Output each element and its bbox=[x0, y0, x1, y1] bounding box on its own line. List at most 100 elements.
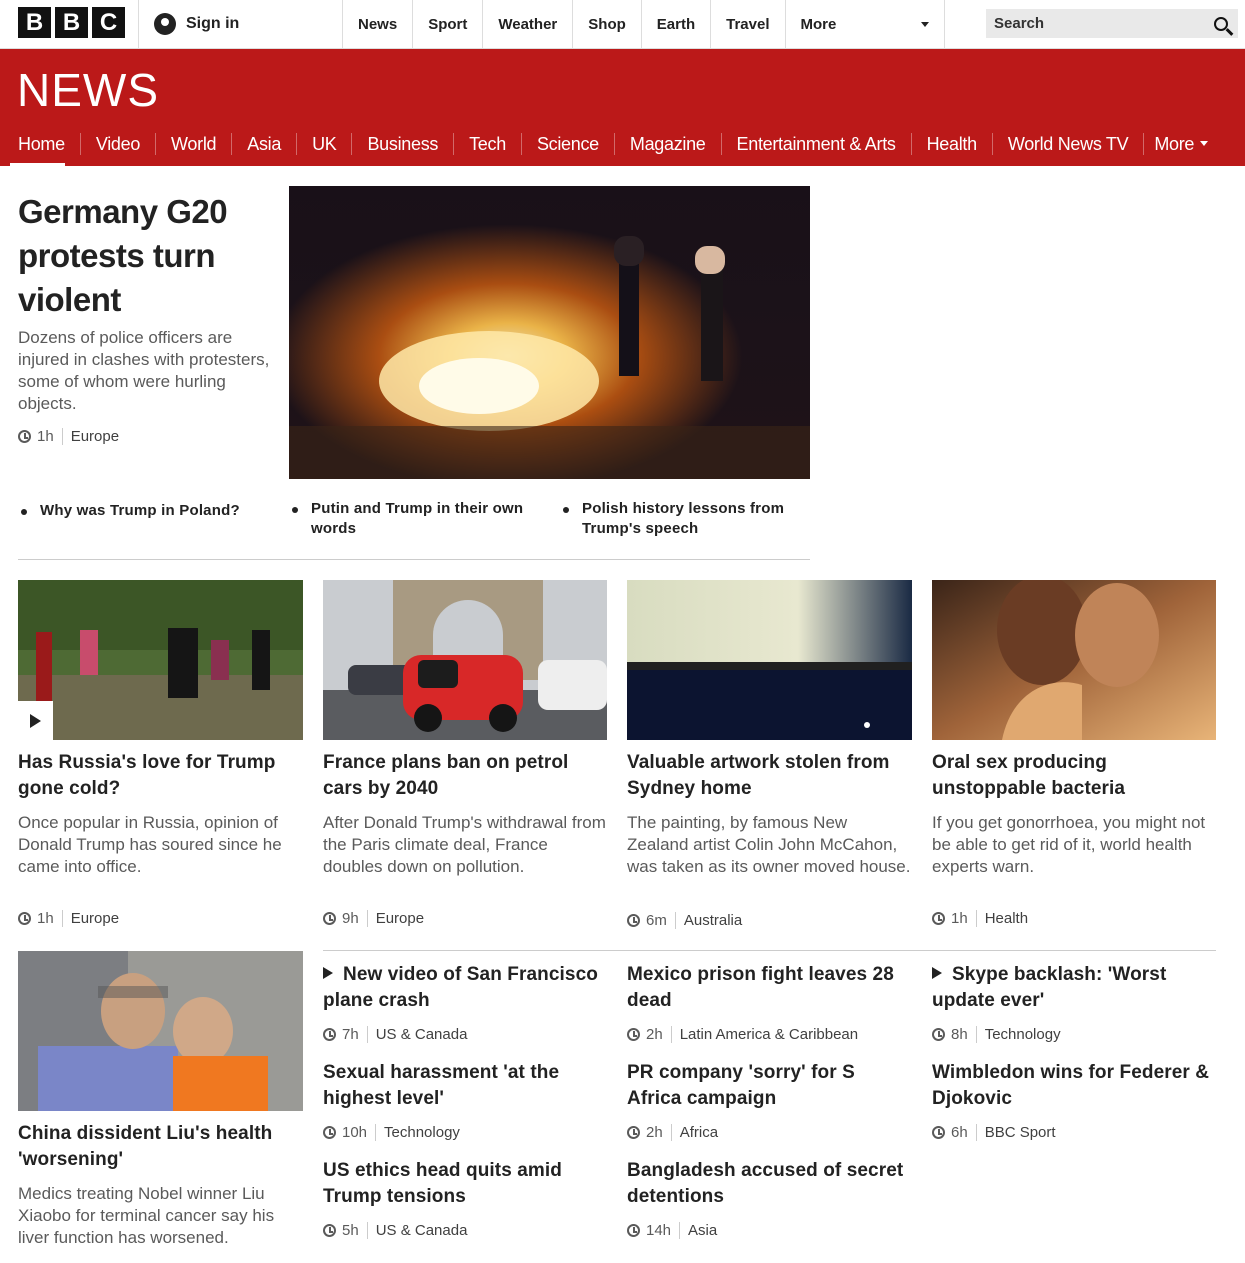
headline-meta: 7h US & Canada bbox=[323, 1026, 467, 1043]
global-nav: News Sport Weather Shop Earth Travel Mor… bbox=[342, 0, 945, 48]
feature-title[interactable]: China dissident Liu's health 'worsening' bbox=[18, 1121, 303, 1173]
section-nav-business[interactable]: Business bbox=[352, 132, 455, 155]
timestamp: 2h bbox=[646, 1124, 663, 1141]
search-icon[interactable] bbox=[1214, 16, 1228, 31]
lead-story-image[interactable] bbox=[289, 186, 810, 479]
clock-icon bbox=[932, 912, 945, 925]
headline-title[interactable]: PR company 'sorry' for S Africa campaign bbox=[627, 1060, 912, 1112]
section-nav-home[interactable]: Home bbox=[0, 132, 81, 167]
related-link-label: Putin and Trump in their own words bbox=[311, 500, 524, 537]
section-link[interactable]: Australia bbox=[674, 912, 742, 929]
global-nav-more[interactable]: More bbox=[784, 0, 945, 48]
section-link[interactable]: Europe bbox=[61, 910, 119, 927]
related-link-label: Polish history lessons from Trump's spee… bbox=[582, 500, 785, 537]
section-link[interactable]: US & Canada bbox=[366, 1222, 467, 1239]
card-title[interactable]: Has Russia's love for Trump gone cold? bbox=[18, 750, 303, 802]
card-summary: Once popular in Russia, opinion of Donal… bbox=[18, 813, 282, 876]
clock-icon bbox=[323, 1126, 336, 1139]
headline-text: New video of San Francisco plane crash bbox=[323, 964, 598, 1011]
lead-story-title[interactable]: Germany G20 protests turn violent bbox=[18, 190, 268, 322]
sign-in-link[interactable]: Sign in bbox=[138, 0, 343, 48]
section-nav-entertainment[interactable]: Entertainment & Arts bbox=[722, 132, 912, 155]
section-nav-uk[interactable]: UK bbox=[297, 132, 353, 155]
headline-title[interactable]: Bangladesh accused of secret detentions bbox=[627, 1158, 912, 1210]
headline-title[interactable]: US ethics head quits amid Trump tensions bbox=[323, 1158, 607, 1210]
section-link[interactable]: Health bbox=[975, 910, 1028, 927]
video-icon bbox=[932, 967, 942, 979]
headline-title[interactable]: New video of San Francisco plane crash bbox=[323, 962, 607, 1014]
section-nav: Home Video World Asia UK Business Tech S… bbox=[0, 121, 1223, 167]
timestamp: 6m bbox=[646, 912, 667, 929]
search-input[interactable]: Search bbox=[986, 9, 1238, 38]
section-link[interactable]: Europe bbox=[366, 910, 424, 927]
feature-image[interactable] bbox=[18, 951, 303, 1111]
global-nav-earth[interactable]: Earth bbox=[640, 0, 710, 48]
card-image[interactable] bbox=[627, 580, 912, 740]
headline-title[interactable]: Mexico prison fight leaves 28 dead bbox=[627, 962, 912, 1014]
video-play-button[interactable] bbox=[18, 701, 53, 740]
headline-meta: 2h Africa bbox=[627, 1124, 718, 1141]
section-nav-tech[interactable]: Tech bbox=[454, 132, 522, 155]
clock-icon bbox=[627, 1126, 640, 1139]
section-link[interactable]: Africa bbox=[670, 1124, 718, 1141]
lead-story-meta: 1h Europe bbox=[18, 428, 119, 445]
bullet-icon bbox=[292, 507, 298, 513]
related-link[interactable]: Polish history lessons from Trump's spee… bbox=[563, 499, 807, 539]
timestamp: 7h bbox=[342, 1026, 359, 1043]
card-image[interactable] bbox=[932, 580, 1216, 740]
related-link[interactable]: Putin and Trump in their own words bbox=[292, 499, 546, 539]
timestamp: 5h bbox=[342, 1222, 359, 1239]
sign-in-label: Sign in bbox=[186, 15, 240, 32]
section-nav-world[interactable]: World bbox=[156, 132, 233, 155]
section-link[interactable]: Latin America & Caribbean bbox=[670, 1026, 858, 1043]
headline-title[interactable]: Sexual harassment 'at the highest level' bbox=[323, 1060, 607, 1112]
card-image[interactable] bbox=[18, 580, 303, 740]
headline-title[interactable]: Skype backlash: 'Worst update ever' bbox=[932, 962, 1216, 1014]
section-link[interactable]: Europe bbox=[61, 428, 119, 445]
card-image[interactable] bbox=[323, 580, 607, 740]
section-link[interactable]: Technology bbox=[975, 1026, 1061, 1043]
related-link[interactable]: Why was Trump in Poland? bbox=[21, 501, 270, 521]
clock-icon bbox=[627, 914, 640, 927]
section-link[interactable]: US & Canada bbox=[366, 1026, 467, 1043]
clock-icon bbox=[627, 1028, 640, 1041]
bullet-icon bbox=[21, 509, 27, 515]
bbc-logo-letter: B bbox=[55, 7, 88, 38]
card-meta: 1h Health bbox=[932, 910, 1028, 927]
card-meta: 6m Australia bbox=[627, 912, 742, 929]
search-placeholder: Search bbox=[994, 15, 1045, 32]
section-nav-world-news-tv[interactable]: World News TV bbox=[993, 132, 1145, 155]
global-nav-travel[interactable]: Travel bbox=[710, 0, 784, 48]
section-nav-asia[interactable]: Asia bbox=[232, 132, 298, 155]
card-title[interactable]: Oral sex producing unstoppable bacteria bbox=[932, 750, 1216, 802]
bbc-logo[interactable]: B B C bbox=[18, 7, 125, 38]
global-nav-sport[interactable]: Sport bbox=[412, 0, 482, 48]
section-nav-more[interactable]: More bbox=[1144, 133, 1223, 155]
news-header: NEWS Home Video World Asia UK Business T… bbox=[0, 49, 1245, 167]
feature-summary: Medics treating Nobel winner Liu Xiaobo … bbox=[18, 1184, 275, 1247]
card-title[interactable]: France plans ban on petrol cars by 2040 bbox=[323, 750, 607, 802]
section-nav-science[interactable]: Science bbox=[522, 132, 615, 155]
section-nav-health[interactable]: Health bbox=[912, 132, 993, 155]
card-title[interactable]: Valuable artwork stolen from Sydney home bbox=[627, 750, 912, 802]
headline-text: Skype backlash: 'Worst update ever' bbox=[932, 964, 1167, 1011]
headline-meta: 2h Latin America & Caribbean bbox=[627, 1026, 858, 1043]
chevron-down-icon bbox=[920, 21, 929, 27]
related-link-label: Why was Trump in Poland? bbox=[40, 502, 240, 519]
cossack-dancers-image bbox=[18, 580, 303, 740]
user-icon bbox=[154, 13, 176, 35]
section-link[interactable]: Asia bbox=[679, 1222, 717, 1239]
global-header: B B C Sign in News Sport Weather Shop Ea… bbox=[0, 0, 1245, 49]
section-nav-video[interactable]: Video bbox=[81, 132, 157, 155]
global-nav-news[interactable]: News bbox=[342, 0, 412, 48]
section-nav-magazine[interactable]: Magazine bbox=[615, 132, 722, 155]
video-icon bbox=[323, 967, 333, 979]
news-logo[interactable]: NEWS bbox=[17, 63, 159, 117]
section-link[interactable]: BBC Sport bbox=[975, 1124, 1056, 1141]
timestamp: 9h bbox=[342, 910, 359, 927]
global-nav-weather[interactable]: Weather bbox=[482, 0, 572, 48]
section-link[interactable]: Technology bbox=[375, 1124, 460, 1141]
headline-title[interactable]: Wimbledon wins for Federer & Djokovic bbox=[932, 1060, 1216, 1112]
global-nav-shop[interactable]: Shop bbox=[572, 0, 641, 48]
clock-icon bbox=[627, 1224, 640, 1237]
